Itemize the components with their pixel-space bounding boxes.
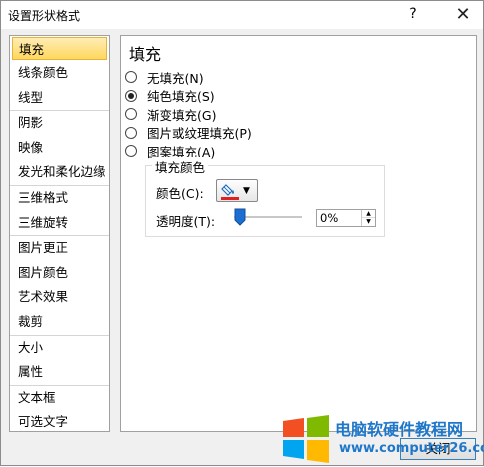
help-button[interactable]: ? xyxy=(405,4,421,24)
fill-option-label: 无填充(N) xyxy=(147,70,204,86)
dialog-title: 设置形状格式 xyxy=(8,9,81,23)
close-icon[interactable]: ✕ xyxy=(443,1,483,29)
transparency-value[interactable]: 0% xyxy=(320,211,338,225)
sidebar-item[interactable]: 线条颜色 xyxy=(10,61,109,86)
category-sidebar: 填充 线条颜色 线型 阴影 映像 发光和柔化边缘 三维格式 三维旋转 图片更正 图片颜色 艺术效果裁… xyxy=(9,35,110,432)
fill-option-label: 渐变填充(G) xyxy=(147,107,217,123)
title-bar: 设置形状格式 ? ✕ xyxy=(1,1,483,29)
sidebar-item[interactable]: 属性 xyxy=(10,360,109,385)
sidebar-item[interactable]: 线型 xyxy=(10,86,109,111)
radio-button[interactable] xyxy=(125,71,137,83)
sidebar-item[interactable]: 文本框 xyxy=(10,386,109,411)
sidebar-group: 填充 线条颜色 线型 xyxy=(10,37,109,112)
sidebar-item[interactable]: 艺术效果 xyxy=(10,285,109,310)
fill-option-label: 图片或纹理填充(P) xyxy=(147,126,252,141)
fill-panel: 填充 无填充(N) 纯色填充(S) 渐变填充(G) 图片或纹理填充(P) 图案填充(A)… xyxy=(120,35,477,432)
radio-button[interactable] xyxy=(125,126,137,139)
radio-button[interactable] xyxy=(125,108,137,120)
sidebar-item[interactable]: 三维格式 xyxy=(10,186,109,211)
spin-up-icon[interactable]: ▲ xyxy=(362,210,375,218)
transparency-spinbox[interactable]: 0% ▲ ▼ xyxy=(316,209,376,227)
watermark-text: 电脑软硬件教程网 xyxy=(335,420,464,439)
color-picker-button[interactable]: ▼ xyxy=(216,179,258,202)
sidebar-group: 大小 属性 xyxy=(10,336,109,386)
color-swatch xyxy=(221,197,239,200)
panel-title: 填充 xyxy=(129,45,162,64)
sidebar-group: 阴影 映像 发光和柔化边缘 xyxy=(10,111,109,186)
fill-option[interactable]: 图片或纹理填充(P) xyxy=(125,124,252,142)
sidebar-group: 图片更正 图片颜色 艺术效果 裁剪 xyxy=(10,236,109,336)
fill-option-label: 纯色填充(S) xyxy=(147,89,215,104)
radio-button[interactable] xyxy=(125,145,137,157)
fill-option[interactable]: 渐变填充(G) xyxy=(125,105,216,123)
sidebar-item[interactable]: 填充 xyxy=(12,37,107,60)
slider-thumb[interactable] xyxy=(234,208,246,226)
fill-option[interactable]: 纯色填充(S) xyxy=(125,87,215,105)
sidebar-item[interactable]: 阴影 xyxy=(10,111,109,136)
radio-button[interactable] xyxy=(125,89,137,102)
sidebar-item[interactable]: 可选文字 xyxy=(10,410,109,435)
windows-logo-icon xyxy=(283,415,329,463)
sidebar-group: 文本框 可选文字 xyxy=(10,386,109,435)
sidebar-item[interactable]: 图片颜色 xyxy=(10,261,109,286)
transparency-label: 透明度(T): xyxy=(156,214,216,229)
sidebar-item[interactable]: 三维旋转 xyxy=(10,211,109,236)
chevron-down-icon: ▼ xyxy=(243,186,250,196)
format-shape-dialog: 设置形状格式 ? ✕ 填充 线条颜色 线型 阴影 映像 发光和柔化边缘 三维格式 三维旋转 图片… xyxy=(0,0,484,466)
sidebar-item[interactable]: 裁剪 xyxy=(10,310,109,335)
sidebar-item[interactable]: 大小 xyxy=(10,336,109,361)
sidebar-item[interactable]: 图片更正 xyxy=(10,236,109,261)
paint-bucket-icon xyxy=(221,184,239,200)
fill-color-legend: 填充颜色 xyxy=(152,157,209,176)
transparency-slider[interactable] xyxy=(234,208,302,228)
sidebar-item[interactable]: 映像 xyxy=(10,136,109,161)
sidebar-group: 三维格式 三维旋转 xyxy=(10,186,109,237)
fill-option[interactable]: 无填充(N) xyxy=(125,68,204,86)
sidebar-item[interactable]: 发光和柔化边缘 xyxy=(10,160,109,185)
spin-down-icon[interactable]: ▼ xyxy=(362,218,375,226)
watermark: 电脑软硬件教程网 www.computer26.com xyxy=(279,413,484,467)
color-label: 颜色(C): xyxy=(156,186,204,201)
watermark-url: www.computer26.com xyxy=(339,441,484,456)
fill-color-group: 填充颜色 颜色(C): ▼ 透明度(T): 0% ▲ ▼ xyxy=(145,157,385,237)
